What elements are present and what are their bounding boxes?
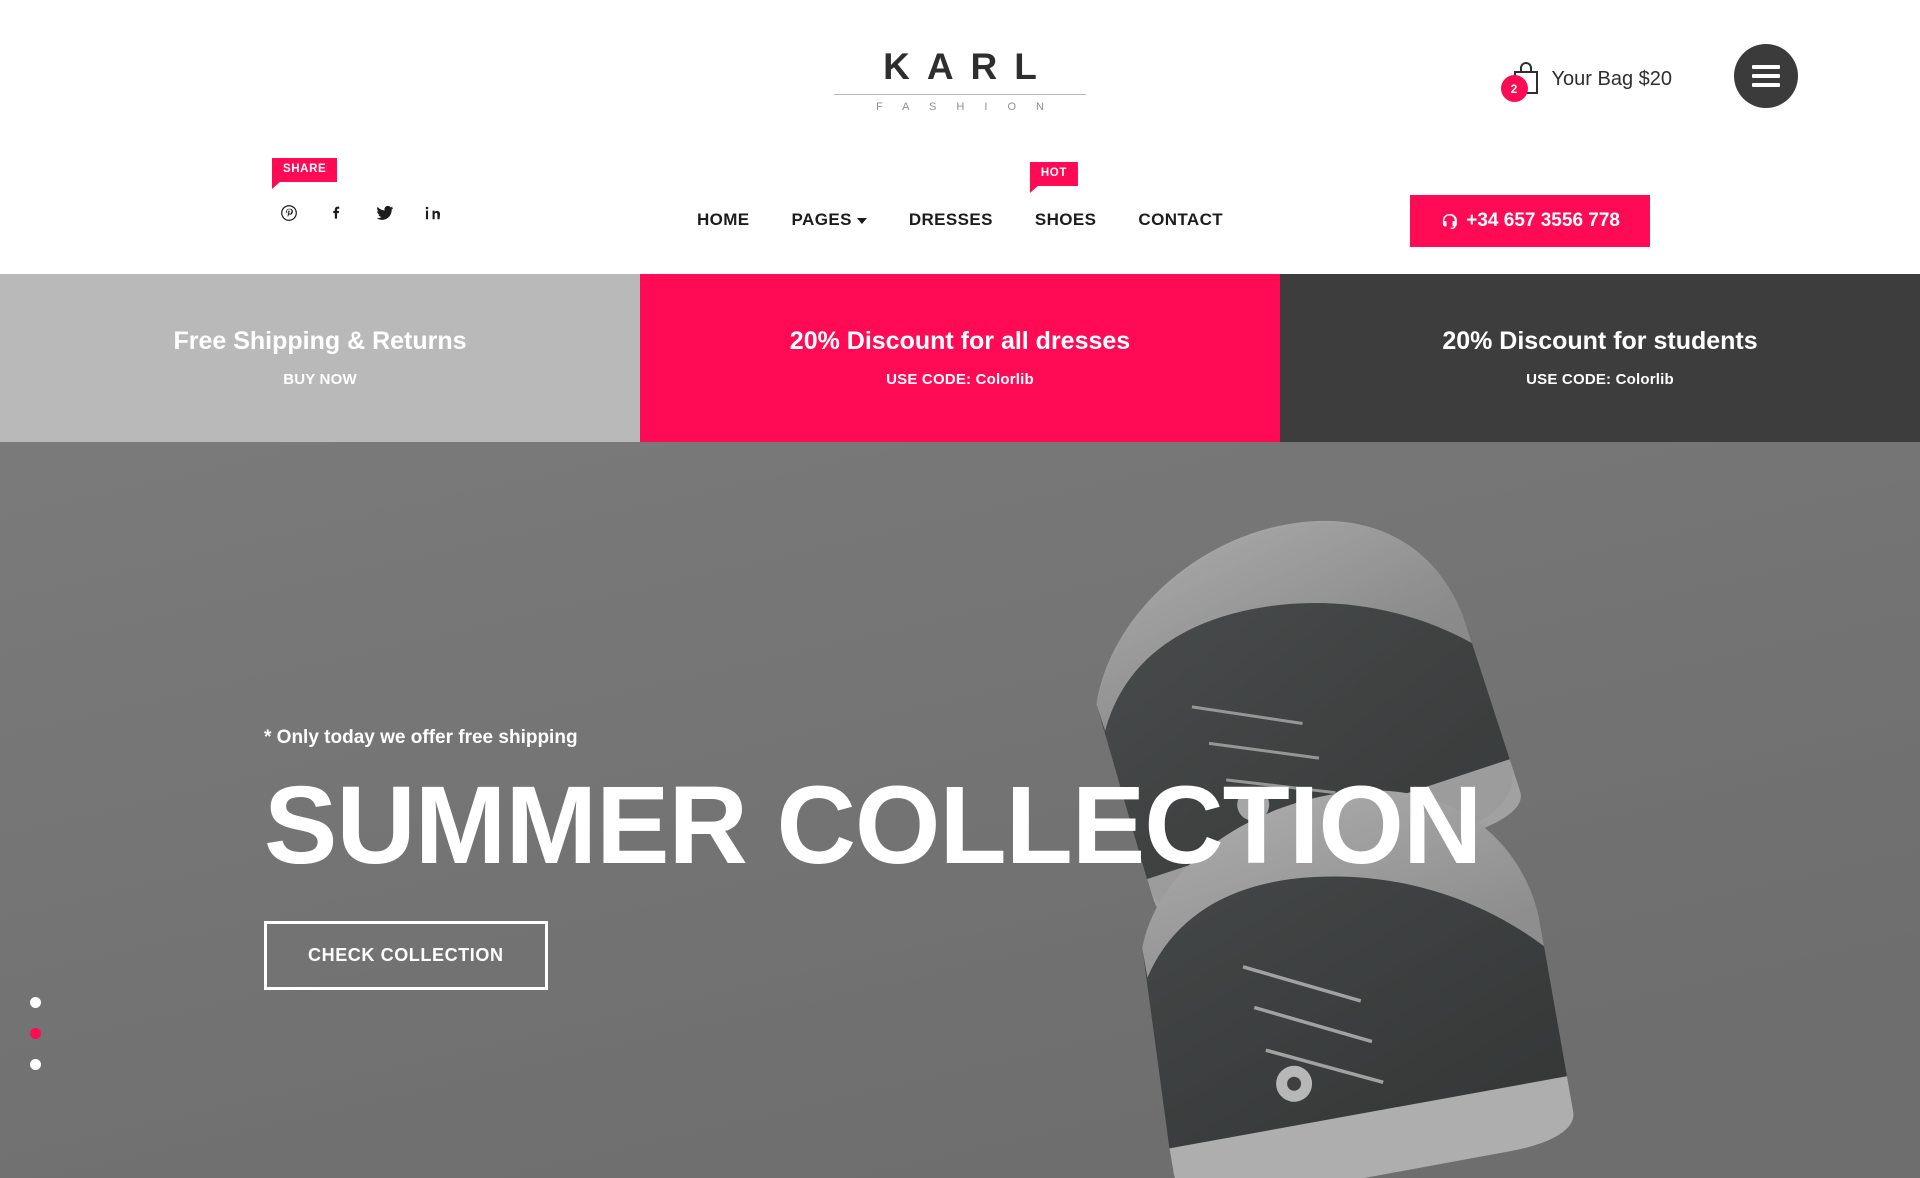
nav-label: DRESSES xyxy=(908,210,993,229)
header-nav-row: SHARE HOME PAGES DRESSES HOT SHOES CONTA… xyxy=(0,150,1920,274)
bag-label: Your Bag $20 xyxy=(1551,67,1672,90)
promo-title: 20% Discount for all dresses xyxy=(789,327,1131,355)
site-logo[interactable]: KARL F A S H I O N xyxy=(830,48,1090,113)
social-links xyxy=(272,202,444,224)
check-collection-button[interactable]: CHECK COLLECTION xyxy=(264,921,548,991)
main-navigation: HOME PAGES DRESSES HOT SHOES CONTACT xyxy=(697,162,1223,230)
carousel-dot-2[interactable] xyxy=(30,1028,41,1039)
hamburger-bar-3 xyxy=(1752,83,1780,87)
promo-free-shipping[interactable]: Free Shipping & Returns BUY NOW xyxy=(0,274,640,442)
nav-label: HOME xyxy=(696,210,750,229)
promo-code: USE CODE: Colorlib xyxy=(886,371,1034,388)
facebook-icon[interactable] xyxy=(326,202,348,224)
share-block: SHARE xyxy=(272,158,444,224)
logo-divider xyxy=(834,94,1086,95)
carousel-dot-3[interactable] xyxy=(30,1059,41,1070)
nav-item-home[interactable]: HOME xyxy=(697,210,750,230)
hero-title: SUMMER COLLECTION xyxy=(264,764,1482,887)
hero-content: * Only today we offer free shipping SUMM… xyxy=(264,727,1482,991)
headset-icon xyxy=(1443,213,1458,229)
nav-item-dresses[interactable]: DRESSES xyxy=(909,210,993,230)
twitter-icon[interactable] xyxy=(374,202,396,224)
promo-code: USE CODE: Colorlib xyxy=(1526,371,1674,388)
hot-badge: HOT xyxy=(1029,162,1078,192)
logo-wordmark: KARL xyxy=(883,46,1054,87)
nav-label: PAGES xyxy=(791,210,852,229)
phone-call-button[interactable]: +34 657 3556 778 xyxy=(1410,195,1650,247)
nav-item-contact[interactable]: CONTACT xyxy=(1138,210,1223,230)
nav-label: SHOES xyxy=(1034,210,1097,229)
pinterest-icon[interactable] xyxy=(278,202,300,224)
shopping-bag-icon-wrap: 2 xyxy=(1500,62,1542,102)
promo-title: 20% Discount for students xyxy=(1442,327,1758,355)
nav-item-shoes[interactable]: HOT SHOES xyxy=(1029,162,1097,230)
linkedin-icon[interactable] xyxy=(422,202,444,224)
phone-number: +34 657 3556 778 xyxy=(1466,210,1620,231)
hamburger-bar-2 xyxy=(1752,74,1780,78)
promo-title: Free Shipping & Returns xyxy=(173,327,467,355)
hero-kicker: * Only today we offer free shipping xyxy=(264,727,578,748)
chevron-down-icon xyxy=(856,218,867,224)
shopping-bag-link[interactable]: 2 Your Bag $20 xyxy=(1500,62,1672,102)
share-badge: SHARE xyxy=(272,158,338,188)
page-root: KARL F A S H I O N 2 Your Bag $20 SHARE xyxy=(0,0,1920,1178)
hamburger-menu-button[interactable] xyxy=(1734,44,1798,108)
promo-bar-row: Free Shipping & Returns BUY NOW 20% Disc… xyxy=(0,274,1920,442)
carousel-dot-1[interactable] xyxy=(30,997,41,1008)
logo-subtitle: F A S H I O N xyxy=(875,101,1053,113)
header-top: KARL F A S H I O N 2 Your Bag $20 xyxy=(0,0,1920,150)
bag-count-badge: 2 xyxy=(1500,75,1528,102)
promo-dresses-discount[interactable]: 20% Discount for all dresses USE CODE: C… xyxy=(640,274,1280,442)
nav-item-pages[interactable]: PAGES xyxy=(792,210,867,230)
promo-cta[interactable]: BUY NOW xyxy=(283,372,357,387)
nav-label: CONTACT xyxy=(1138,210,1224,229)
carousel-dots xyxy=(30,997,41,1070)
hero-slider: * Only today we offer free shipping SUMM… xyxy=(0,442,1920,1178)
promo-students-discount[interactable]: 20% Discount for students USE CODE: Colo… xyxy=(1280,274,1920,442)
hamburger-bar-1 xyxy=(1752,65,1780,69)
